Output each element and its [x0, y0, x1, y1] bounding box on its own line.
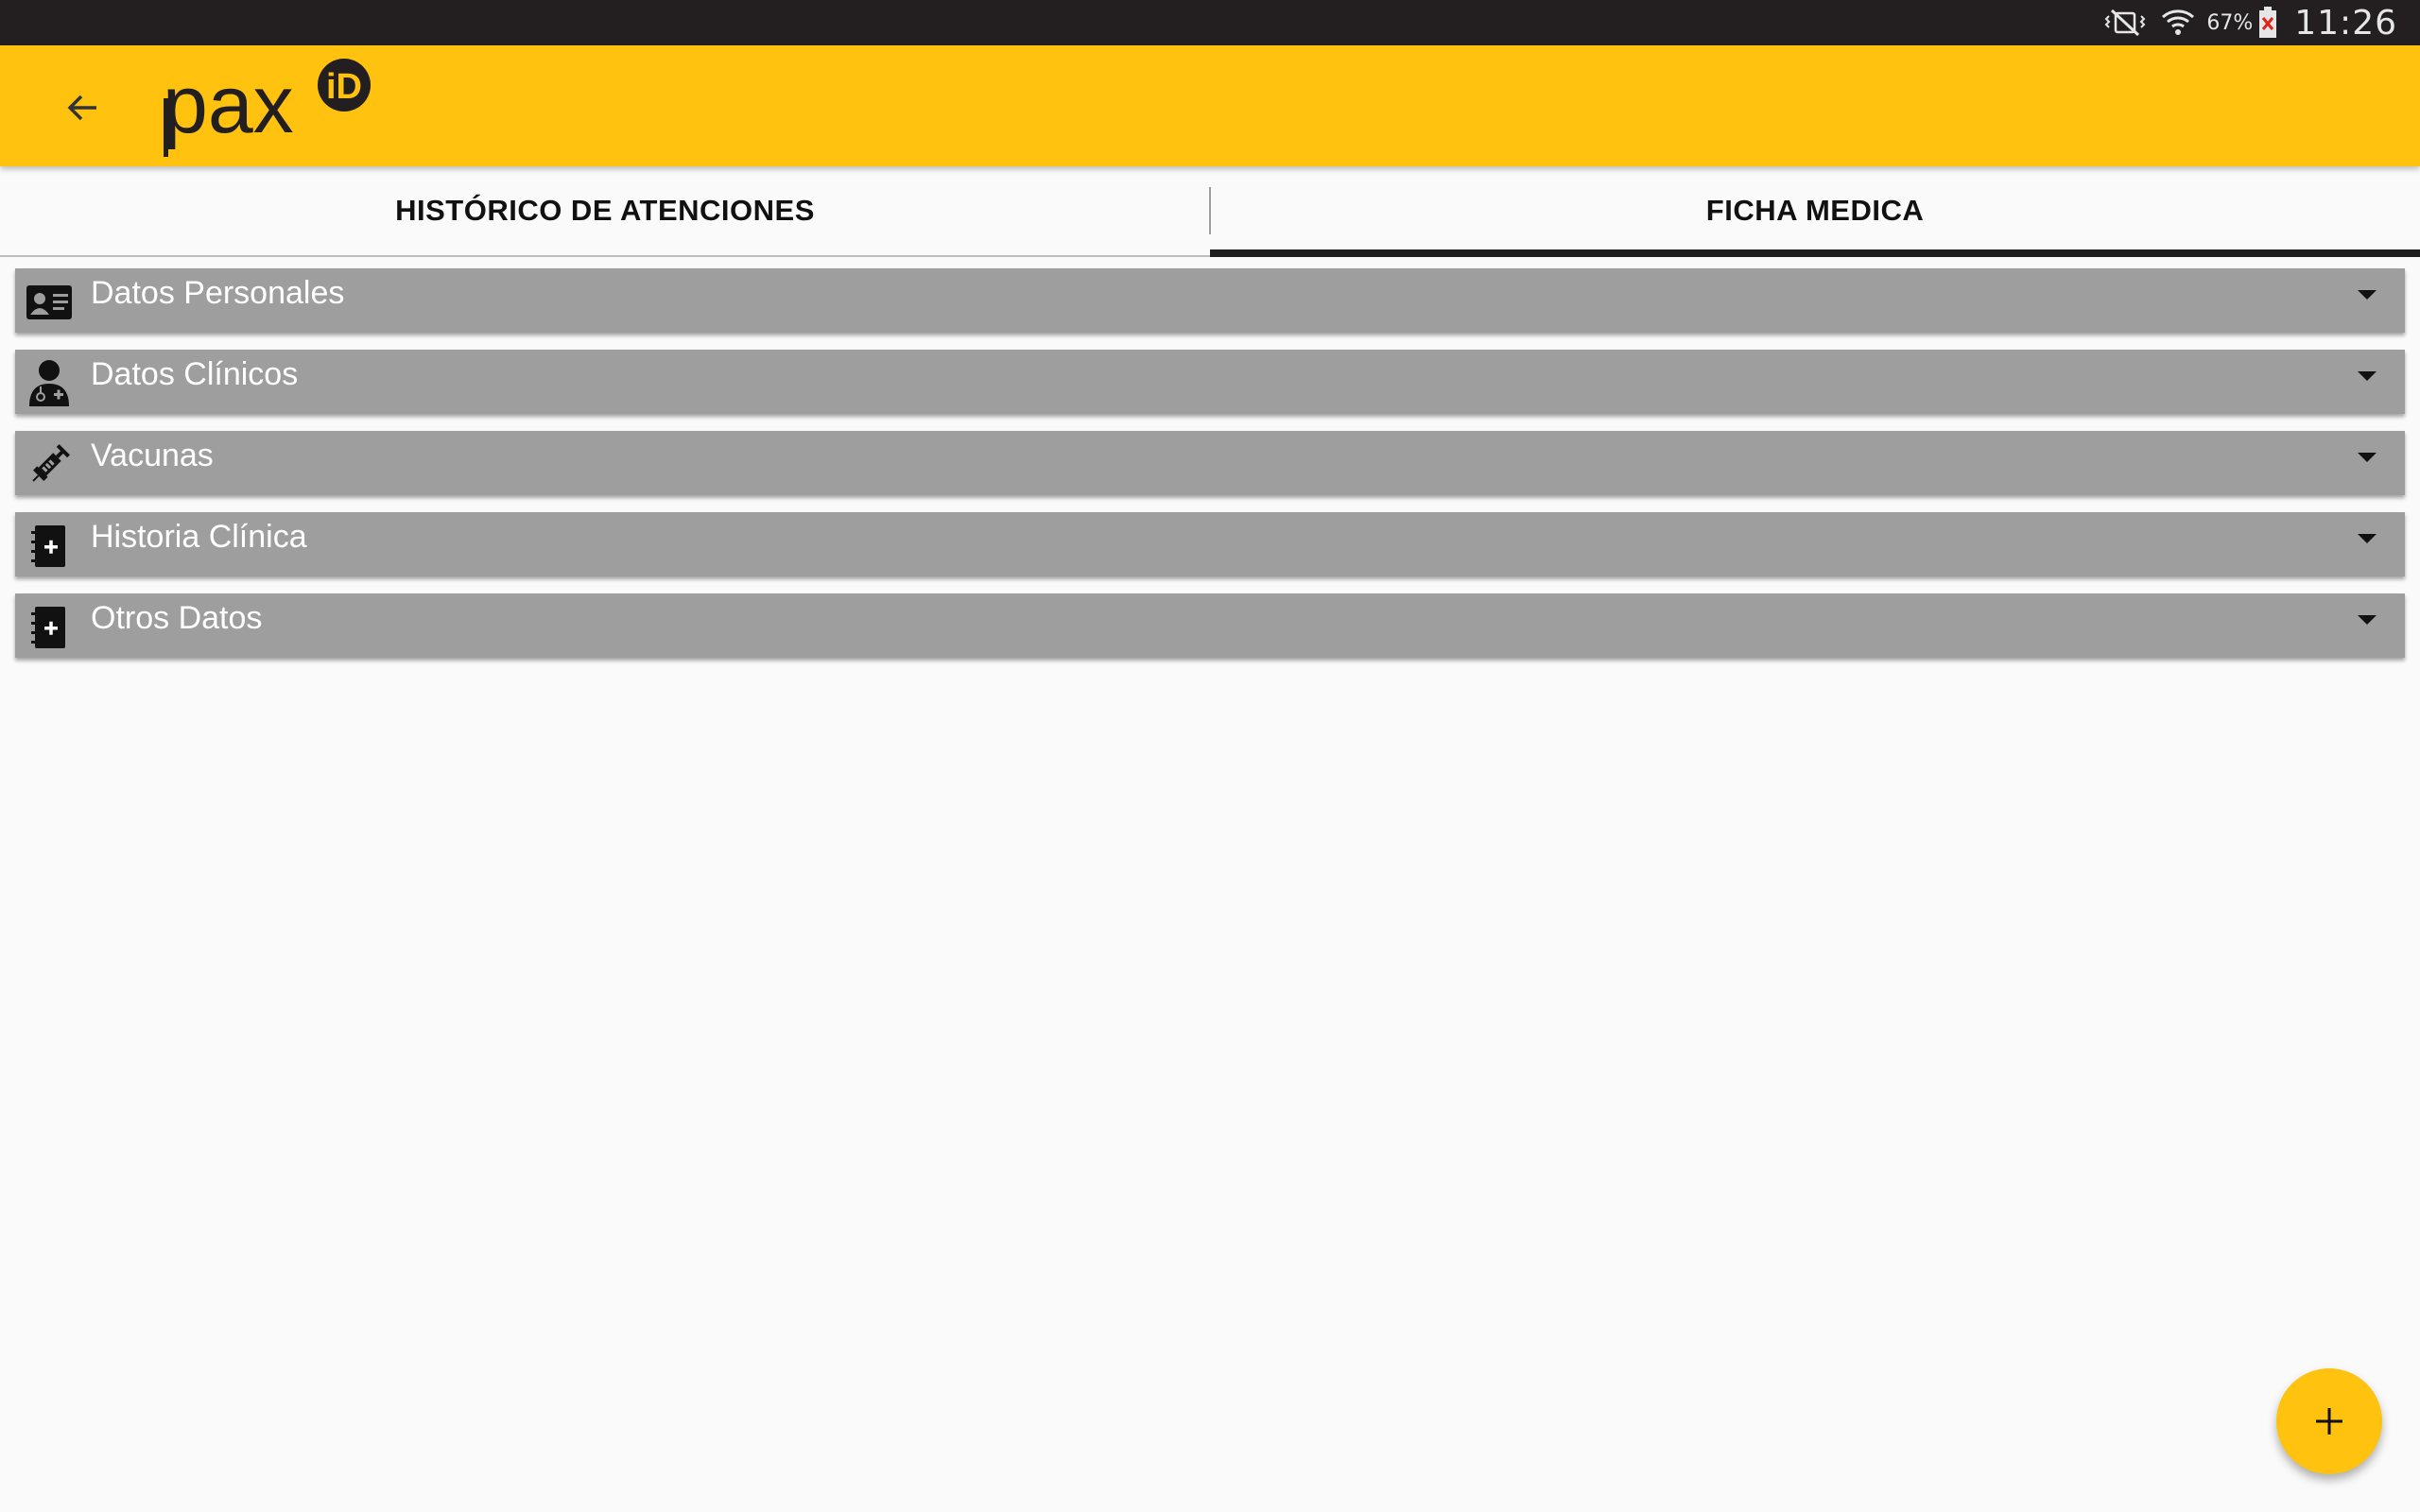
medical-book-icon	[25, 522, 74, 571]
tab-historico-de-atenciones[interactable]: HISTÓRICO DE ATENCIONES	[0, 166, 1210, 255]
medical-book-icon	[25, 603, 74, 652]
chevron-down-icon	[2358, 453, 2377, 462]
section-historia-clinica[interactable]: Historia Clínica	[15, 512, 2405, 576]
battery-warning-icon	[2258, 7, 2277, 39]
plus-icon	[2316, 1408, 2342, 1435]
svg-text:pax: pax	[163, 60, 294, 150]
chevron-down-icon	[2358, 371, 2377, 381]
status-bar: 67% 11:26	[0, 0, 2420, 45]
section-datos-clinicos[interactable]: Datos Clínicos	[15, 350, 2405, 414]
add-fab-button[interactable]	[2276, 1368, 2382, 1474]
section-otros-datos[interactable]: Otros Datos	[15, 593, 2405, 658]
chevron-down-icon	[2358, 534, 2377, 543]
svg-text:iD: iD	[326, 67, 362, 107]
syringe-icon	[25, 440, 74, 490]
section-label: Historia Clínica	[91, 519, 307, 555]
wifi-icon	[2161, 8, 2195, 38]
section-label: Datos Personales	[91, 275, 345, 311]
section-label: Datos Clínicos	[91, 356, 299, 392]
battery-percent: 67%	[2206, 10, 2254, 35]
chevron-down-icon	[2358, 615, 2377, 625]
back-button[interactable]	[53, 77, 113, 138]
medical-record-sections: Datos Personales Datos Clínicos Vacunas …	[15, 268, 2405, 675]
vibrate-mute-icon	[2104, 9, 2146, 37]
section-datos-personales[interactable]: Datos Personales	[15, 268, 2405, 333]
app-bar: pax iD	[0, 45, 2420, 166]
arrow-back-icon	[67, 94, 96, 121]
id-card-icon	[25, 278, 74, 327]
section-vacunas[interactable]: Vacunas	[15, 431, 2405, 495]
tab-bar: HISTÓRICO DE ATENCIONES FICHA MEDICA	[0, 166, 2420, 257]
chevron-down-icon	[2358, 290, 2377, 300]
pax-id-logo: pax iD	[161, 53, 388, 159]
tab-ficha-medica[interactable]: FICHA MEDICA	[1210, 166, 2420, 257]
tab-label: HISTÓRICO DE ATENCIONES	[395, 194, 815, 227]
doctor-icon	[25, 359, 74, 408]
section-label: Otros Datos	[91, 600, 263, 636]
section-label: Vacunas	[91, 438, 214, 473]
clock-time: 11:26	[2294, 3, 2397, 43]
tab-label: FICHA MEDICA	[1705, 194, 1925, 227]
